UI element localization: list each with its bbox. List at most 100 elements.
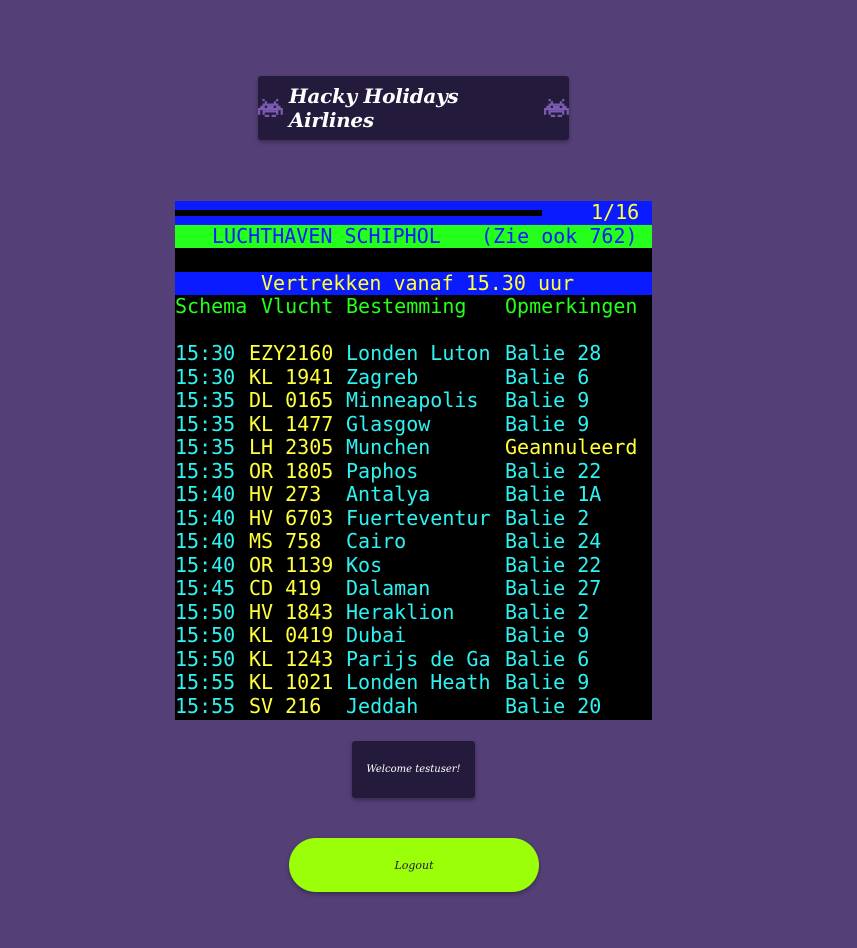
flight-remark: Balie 20 [505, 693, 602, 718]
flight-destination: Antalya [346, 482, 431, 506]
flight-row: 15:30 EZY2160 Londen Luton Balie 28 [175, 341, 652, 366]
flight-row: 15:45 CD 419 Dalaman Balie 27 [175, 576, 652, 601]
flight-row: 15:35 OR 1805 Paphos Balie 22 [175, 458, 652, 484]
flight-destination: Dubai [346, 623, 407, 647]
column-header-row: Schema Vlucht Bestemming Opmerkingen [175, 294, 652, 319]
flight-remark: Balie 9 [505, 670, 590, 694]
column-header-opmerkingen: Opmerkingen [505, 294, 638, 318]
flight-remark: Balie 2 [505, 505, 590, 530]
site-header: Hacky Holidays Airlines [258, 76, 570, 140]
see-also-page: (Zie ook 762) [481, 223, 638, 248]
welcome-message: Welcome testuser! [352, 741, 475, 798]
flight-remark: Balie 28 [505, 341, 602, 365]
flight-time: 15:50 [175, 646, 236, 671]
flight-number: KL 1941 [249, 364, 334, 389]
teletext-page-header: 1/16 [175, 201, 652, 225]
flight-time: 15:40 [175, 505, 236, 530]
flight-remark: Balie 22 [505, 552, 602, 577]
flight-time: 15:35 [175, 388, 236, 412]
flight-number: HV 1843 [249, 599, 334, 624]
flight-number: KL 1243 [249, 646, 334, 671]
flight-remark: Balie 2 [505, 599, 590, 624]
flight-time: 15:35 [175, 458, 236, 483]
teletext-departures-board: 1/16 LUCHTHAVEN SCHIPHOL (Zie ook 762) V… [175, 201, 652, 720]
flight-number: HV 273 [249, 482, 322, 506]
flight-row: 15:55 KL 1021 Londen Heath Balie 9 [175, 670, 652, 695]
flight-row: 15:50 KL 1243 Parijs de Ga Balie 6 [175, 646, 652, 672]
page-progress-bar [175, 210, 542, 216]
flight-number: EZY2160 [249, 341, 334, 365]
departures-heading: Vertrekken vanaf 15.30 uur [261, 270, 575, 295]
flight-destination: Zagreb [346, 364, 419, 389]
flight-number: OR 1139 [249, 552, 334, 577]
flight-remark: Balie 6 [505, 646, 590, 671]
flight-time: 15:50 [175, 623, 236, 647]
flight-destination: Minneapolis [346, 388, 479, 412]
flight-time: 15:40 [175, 529, 236, 553]
flight-remark: Balie 6 [505, 364, 590, 389]
flight-number: KL 1477 [249, 411, 334, 436]
flight-row: 15:40 HV 273 Antalya Balie 1A [175, 482, 652, 507]
flight-time: 15:40 [175, 552, 236, 577]
flight-row: 15:35 KL 1477 Glasgow Balie 9 [175, 411, 652, 437]
flight-row: 15:50 KL 0419 Dubai Balie 9 [175, 623, 652, 648]
flight-time: 15:35 [175, 411, 236, 436]
flight-time: 15:40 [175, 482, 236, 506]
flight-destination: Fuerteventur [346, 505, 491, 530]
flight-remark: Balie 9 [505, 623, 590, 647]
flight-number: CD 419 [249, 576, 322, 600]
flight-destination: Jeddah [346, 693, 419, 718]
flight-number: LH 2305 [249, 435, 334, 459]
column-header-vlucht: Vlucht [261, 294, 334, 318]
flight-row: 15:30 KL 1941 Zagreb Balie 6 [175, 364, 652, 390]
flight-destination: Paphos [346, 458, 419, 483]
departures-heading-row: Vertrekken vanaf 15.30 uur [175, 270, 652, 295]
flight-row: 15:35 LH 2305 Munchen Geannuleerd [175, 435, 652, 460]
flight-number: DL 0165 [249, 388, 334, 412]
flight-row: 15:40 HV 6703 Fuerteventur Balie 2 [175, 505, 652, 531]
flight-remark: Balie 9 [505, 388, 590, 412]
flight-destination: Glasgow [346, 411, 431, 436]
flight-destination: Kos [346, 552, 383, 577]
space-invader-icon [544, 98, 570, 118]
flight-time: 15:55 [175, 693, 236, 718]
logout-button[interactable]: Logout [289, 838, 539, 892]
flight-number: SV 216 [249, 693, 322, 718]
flight-number: MS 758 [249, 529, 322, 553]
space-invader-icon [258, 98, 283, 118]
flight-time: 15:30 [175, 364, 236, 389]
flight-time: 15:35 [175, 435, 236, 459]
flight-number: HV 6703 [249, 505, 334, 530]
flight-row: 15:55 SV 216 Jeddah Balie 20 [175, 693, 652, 719]
page-indicator: 1/16 [591, 201, 640, 224]
flight-row: 15:40 MS 758 Cairo Balie 24 [175, 529, 652, 554]
flight-destination: Cairo [346, 529, 407, 553]
flight-row: 15:50 HV 1843 Heraklion Balie 2 [175, 599, 652, 625]
site-title: Hacky Holidays Airlines [288, 84, 459, 132]
flight-destination: Heraklion [346, 599, 455, 624]
flight-number: KL 0419 [249, 623, 334, 647]
column-header-schema: Schema [175, 294, 248, 318]
flight-remark: Geannuleerd [505, 435, 638, 459]
flight-destination: Dalaman [346, 576, 431, 600]
flight-remark: Balie 27 [505, 576, 602, 600]
column-header-bestemming: Bestemming [346, 294, 467, 318]
flight-time: 15:50 [175, 599, 236, 624]
flight-remark: Balie 1A [505, 482, 602, 506]
airport-title: LUCHTHAVEN SCHIPHOL [212, 223, 441, 248]
flight-time: 15:45 [175, 576, 236, 600]
flight-row: 15:35 DL 0165 Minneapolis Balie 9 [175, 388, 652, 413]
flight-remark: Balie 9 [505, 411, 590, 436]
flight-destination: Londen Luton [346, 341, 491, 365]
flight-remark: Balie 24 [505, 529, 602, 553]
flight-destination: Parijs de Ga [346, 646, 491, 671]
flight-number: OR 1805 [249, 458, 334, 483]
flight-time: 15:30 [175, 341, 236, 365]
flight-time: 15:55 [175, 670, 236, 694]
airport-title-row: LUCHTHAVEN SCHIPHOL (Zie ook 762) [175, 223, 652, 248]
flight-remark: Balie 22 [505, 458, 602, 483]
flight-destination: Munchen [346, 435, 431, 459]
flight-number: KL 1021 [249, 670, 334, 694]
flight-destination: Londen Heath [346, 670, 491, 694]
flight-row: 15:40 OR 1139 Kos Balie 22 [175, 552, 652, 578]
